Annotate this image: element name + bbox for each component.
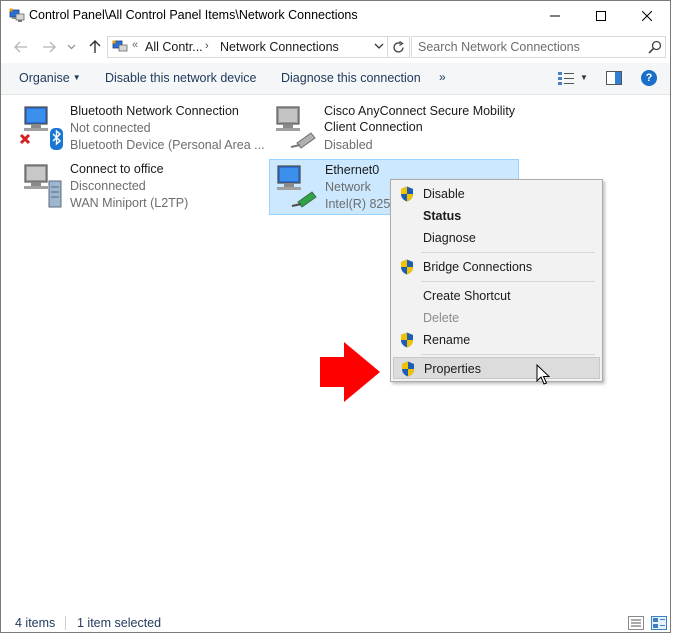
mouse-cursor-icon bbox=[536, 364, 550, 385]
up-button[interactable] bbox=[87, 39, 103, 55]
connection-status: Not connected bbox=[70, 121, 151, 135]
context-menu: Disable Status Diagnose Bridge Connectio… bbox=[390, 179, 603, 382]
menu-item-rename[interactable]: Rename bbox=[393, 329, 600, 351]
item-count: 4 items bbox=[15, 616, 56, 630]
connection-name-line2: Client Connection bbox=[324, 120, 423, 134]
vpn-connection-icon bbox=[24, 164, 62, 208]
shield-icon bbox=[401, 259, 413, 275]
caret-down-icon: ▼ bbox=[72, 73, 81, 82]
status-divider bbox=[65, 616, 66, 630]
menu-item-properties[interactable]: Properties bbox=[393, 357, 600, 379]
menu-item-label: Delete bbox=[423, 311, 460, 325]
back-button[interactable] bbox=[13, 39, 29, 55]
menu-item-label: Bridge Connections bbox=[423, 260, 533, 274]
connection-name: Cisco AnyConnect Secure Mobility bbox=[324, 104, 516, 118]
shield-icon bbox=[401, 332, 413, 348]
connection-cisco-anyconnect[interactable]: Cisco AnyConnect Secure Mobility Client … bbox=[269, 101, 519, 157]
title-bar: Control Panel\All Control Panel Items\Ne… bbox=[1, 1, 670, 31]
menu-item-label: Diagnose bbox=[423, 231, 476, 245]
menu-item-label: Create Shortcut bbox=[423, 289, 511, 303]
connection-status: Network bbox=[325, 180, 371, 194]
menu-separator bbox=[421, 252, 595, 253]
close-button[interactable] bbox=[624, 1, 670, 31]
breadcrumb-network-connections[interactable]: Network Connections bbox=[220, 40, 339, 54]
view-options-caret-icon[interactable]: ▼ bbox=[580, 73, 588, 82]
search-box[interactable] bbox=[411, 36, 666, 58]
status-bar: 4 items 1 item selected bbox=[1, 613, 670, 634]
more-commands-button[interactable]: » bbox=[439, 70, 446, 84]
maximize-button[interactable] bbox=[578, 1, 624, 31]
connection-device: Bluetooth Device (Personal Area ... bbox=[70, 138, 265, 152]
menu-item-label: Rename bbox=[423, 333, 471, 347]
tiles-view-icon[interactable] bbox=[651, 616, 667, 630]
connection-device: Intel(R) 825 bbox=[325, 197, 391, 211]
menu-item-create-shortcut[interactable]: Create Shortcut bbox=[393, 285, 600, 307]
up-arrow-icon bbox=[89, 40, 101, 53]
back-arrow-icon bbox=[14, 41, 27, 53]
network-adapter-disabled-icon bbox=[276, 106, 316, 149]
connection-connect-to-office[interactable]: Connect to office Disconnected WAN Minip… bbox=[15, 159, 265, 215]
chevron-down-icon[interactable] bbox=[374, 42, 384, 50]
network-connections-icon bbox=[112, 40, 128, 52]
address-overflow[interactable]: « bbox=[132, 39, 138, 51]
menu-item-label: Properties bbox=[424, 362, 481, 376]
minimize-icon bbox=[550, 15, 560, 17]
recent-locations-button[interactable] bbox=[65, 39, 77, 55]
organise-menu[interactable]: Organise ▼ bbox=[19, 71, 81, 85]
connection-status: Disabled bbox=[324, 138, 373, 152]
breadcrumb-all-control-panel-items[interactable]: All Contr... bbox=[145, 40, 203, 54]
navigation-bar: « All Contr... › Network Connections bbox=[1, 31, 670, 63]
recent-chevron-icon bbox=[67, 44, 75, 50]
command-bar: Organise ▼ Disable this network device Di… bbox=[1, 63, 670, 95]
maximize-icon bbox=[596, 11, 606, 21]
address-bar[interactable]: « All Contr... › Network Connections bbox=[107, 36, 388, 58]
search-input[interactable] bbox=[418, 40, 638, 54]
network-connections-icon bbox=[9, 8, 25, 22]
connection-name: Ethernet0 bbox=[325, 163, 380, 177]
diagnose-connection-button[interactable]: Diagnose this connection bbox=[281, 71, 421, 85]
organise-label: Organise bbox=[19, 71, 70, 85]
refresh-button[interactable] bbox=[388, 36, 410, 58]
selection-count: 1 item selected bbox=[77, 616, 162, 630]
preview-pane-icon[interactable] bbox=[606, 71, 622, 85]
menu-item-label: Disable bbox=[423, 187, 465, 201]
menu-item-delete[interactable]: Delete bbox=[393, 307, 600, 329]
connection-status: Disconnected bbox=[70, 179, 146, 193]
breadcrumb-separator[interactable]: › bbox=[205, 40, 209, 52]
connection-device: WAN Miniport (L2TP) bbox=[70, 196, 189, 210]
details-view-icon[interactable] bbox=[628, 616, 644, 630]
menu-separator bbox=[421, 354, 595, 355]
minimize-button[interactable] bbox=[532, 1, 578, 31]
ethernet-adapter-icon bbox=[277, 165, 317, 208]
menu-item-status[interactable]: Status bbox=[393, 205, 600, 227]
menu-item-disable[interactable]: Disable bbox=[393, 183, 600, 205]
red-arrow-icon bbox=[320, 342, 380, 402]
shield-icon bbox=[402, 361, 414, 377]
bluetooth-network-icon bbox=[19, 106, 63, 150]
shield-icon bbox=[401, 186, 413, 202]
menu-item-bridge-connections[interactable]: Bridge Connections bbox=[393, 256, 600, 278]
window-title: Control Panel\All Control Panel Items\Ne… bbox=[29, 8, 358, 22]
help-icon[interactable]: ? bbox=[641, 70, 657, 86]
connection-bluetooth[interactable]: Bluetooth Network Connection Not connect… bbox=[15, 101, 265, 157]
view-options-icon[interactable] bbox=[557, 71, 575, 87]
menu-item-diagnose[interactable]: Diagnose bbox=[393, 227, 600, 249]
disable-device-button[interactable]: Disable this network device bbox=[105, 71, 256, 85]
forward-button[interactable] bbox=[41, 39, 57, 55]
network-connections-window: Control Panel\All Control Panel Items\Ne… bbox=[0, 0, 671, 633]
connection-name: Connect to office bbox=[70, 162, 164, 176]
menu-separator bbox=[421, 281, 595, 282]
forward-arrow-icon bbox=[43, 41, 56, 53]
connection-name: Bluetooth Network Connection bbox=[70, 104, 239, 118]
refresh-icon bbox=[393, 40, 404, 53]
menu-item-label: Status bbox=[423, 209, 462, 223]
close-icon bbox=[642, 11, 652, 21]
search-icon[interactable] bbox=[648, 40, 662, 54]
